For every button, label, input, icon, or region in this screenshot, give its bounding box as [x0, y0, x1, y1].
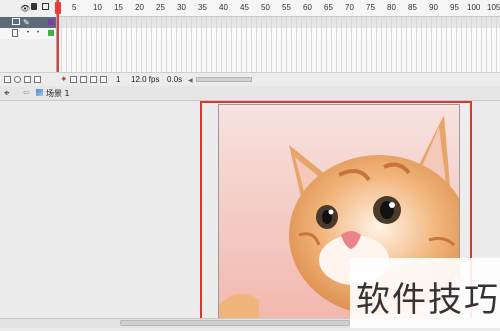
ruler-label: 105: [487, 3, 500, 12]
onion-skin-icon[interactable]: [70, 76, 77, 83]
layer-folder-icon: [12, 18, 20, 25]
edit-multiple-frames-icon[interactable]: [90, 76, 97, 83]
watermark-text: 软件技巧: [356, 280, 500, 320]
center-frame-icon[interactable]: ✦: [60, 74, 68, 85]
current-frame: 1: [116, 75, 121, 84]
back-arrow-icon[interactable]: ⇦: [23, 88, 30, 97]
elapsed-time: 0.0s: [167, 75, 183, 84]
lock-icon[interactable]: [31, 3, 37, 10]
layer-color-swatch[interactable]: [48, 30, 54, 36]
timeline-scrollbar[interactable]: [196, 77, 252, 82]
new-folder-icon[interactable]: [24, 76, 31, 83]
add-motion-guide-icon[interactable]: [14, 76, 21, 83]
ruler-label: 95: [450, 3, 459, 12]
ruler-label: 85: [408, 3, 417, 12]
playhead-handle[interactable]: [55, 2, 61, 14]
snap-cross-icon[interactable]: ⌖: [4, 88, 10, 99]
stage-scroll-thumb[interactable]: [120, 320, 350, 326]
scene-icon: [36, 89, 43, 96]
lock-dot-icon[interactable]: •: [37, 30, 39, 36]
frame-row-2[interactable]: [57, 28, 500, 39]
edit-bar: ⌖ ⇦ 场景 1: [0, 86, 500, 101]
ruler-label: 5: [72, 3, 77, 12]
ruler-label: 90: [429, 3, 438, 12]
frame-row-1[interactable]: [57, 17, 500, 28]
frame-area-empty[interactable]: [57, 39, 500, 72]
layer-icon: [12, 29, 18, 37]
ruler-label: 25: [156, 3, 165, 12]
ruler-label: 65: [324, 3, 333, 12]
watermark: 软件技巧: [350, 258, 500, 328]
ruler-label: 50: [261, 3, 270, 12]
new-layer-icon[interactable]: [4, 76, 11, 83]
ruler-label: 60: [303, 3, 312, 12]
ruler-label: 100: [467, 3, 481, 12]
onion-outline-icon[interactable]: [80, 76, 87, 83]
frame-ruler[interactable]: 5 10 15 20 25 30 35 40 45 50 55 60 65 70…: [57, 0, 500, 17]
timeline-panel: 👁 ✎ • • 5 10 15 20 25 30 35 40 45 50 55 …: [0, 0, 500, 87]
visibility-dot-icon[interactable]: •: [27, 30, 29, 36]
ruler-label: 30: [177, 3, 186, 12]
frame-rate[interactable]: 12.0 fps: [131, 75, 159, 84]
scroll-left-icon[interactable]: ◀: [188, 77, 193, 84]
ruler-label: 15: [114, 3, 123, 12]
timeline-footer: ✦ 1 12.0 fps 0.0s ◀: [0, 72, 500, 86]
delete-layer-icon[interactable]: [34, 76, 41, 83]
ruler-label: 70: [345, 3, 354, 12]
eye-icon[interactable]: 👁: [20, 4, 30, 13]
ruler-label: 75: [366, 3, 375, 12]
pencil-icon: ✎: [23, 18, 30, 27]
ruler-label: 10: [93, 3, 102, 12]
ruler-label: 45: [240, 3, 249, 12]
ruler-label: 40: [219, 3, 228, 12]
ruler-label: 35: [198, 3, 207, 12]
layer-color-swatch[interactable]: [48, 19, 54, 25]
layer-row-2[interactable]: • •: [0, 28, 56, 39]
scene-label[interactable]: 场景 1: [46, 88, 70, 99]
outline-icon[interactable]: [42, 3, 49, 10]
ruler-label: 80: [387, 3, 396, 12]
layer-row-1[interactable]: ✎: [0, 17, 56, 28]
ruler-label: 55: [282, 3, 291, 12]
ruler-label: 20: [135, 3, 144, 12]
modify-markers-icon[interactable]: [100, 76, 107, 83]
